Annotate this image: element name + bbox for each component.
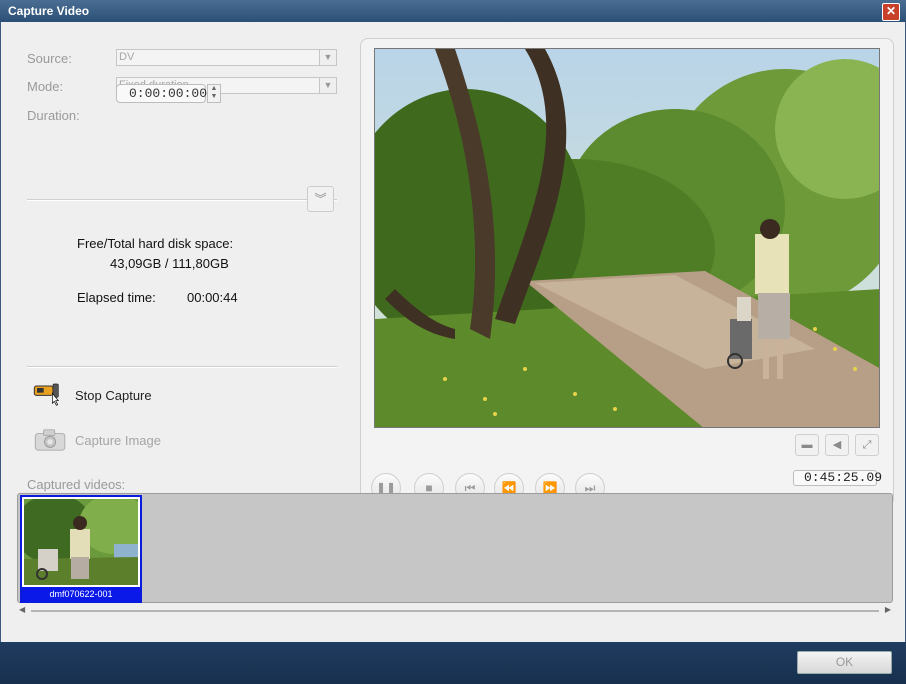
timecode-display: 0:45:25.09 (793, 470, 882, 486)
video-frame-image (375, 49, 879, 427)
stop-capture-label: Stop Capture (75, 388, 152, 403)
duration-input[interactable]: 0:00:00:00 (116, 84, 207, 103)
captured-videos-label: Captured videos: (27, 477, 126, 492)
duration-spinner[interactable]: ▲ ▼ (207, 84, 221, 103)
chevron-down-icon[interactable]: ▼ (319, 78, 336, 93)
capture-image-label: Capture Image (75, 433, 161, 448)
divider (27, 366, 337, 368)
source-select[interactable]: DV ▼ (116, 49, 337, 66)
expand-icon[interactable]: ︾ (307, 186, 334, 212)
elapsed-time-label: Elapsed time: (77, 290, 156, 305)
camcorder-icon (33, 383, 60, 406)
speaker-icon[interactable]: ◀ (825, 434, 849, 456)
captured-video-item[interactable]: dmf070622-001 (20, 495, 142, 603)
mode-label: Mode: (27, 79, 64, 94)
horizontal-scrollbar[interactable]: ◀ ▶ (17, 605, 893, 617)
source-label: Source: (27, 51, 72, 66)
close-icon[interactable]: ✕ (882, 3, 900, 21)
duration-label: Duration: (27, 108, 80, 123)
captured-video-name: dmf070622-001 (22, 587, 140, 601)
footer-bar (0, 642, 906, 684)
video-thumbnail (24, 499, 138, 585)
monitor-icon[interactable]: ▬ (795, 434, 819, 456)
scroll-left-icon[interactable]: ◀ (19, 605, 25, 614)
elapsed-time-value: 00:00:44 (187, 290, 238, 305)
disk-space-value: 43,09GB / 111,80GB (110, 256, 229, 271)
video-preview (374, 48, 880, 428)
title-bar: Capture Video ✕ (0, 0, 906, 22)
chevron-down-icon[interactable]: ▼ (319, 50, 336, 65)
scroll-right-icon[interactable]: ▶ (885, 605, 891, 614)
window-title: Capture Video (8, 4, 90, 18)
source-value: DV (119, 51, 135, 63)
disk-space-label: Free/Total hard disk space: (77, 236, 234, 251)
camera-icon (34, 429, 66, 451)
divider (27, 199, 337, 201)
captured-videos-tray (17, 493, 893, 603)
fullscreen-icon[interactable]: ⤢ (855, 434, 879, 456)
ok-button[interactable]: OK (797, 651, 892, 674)
